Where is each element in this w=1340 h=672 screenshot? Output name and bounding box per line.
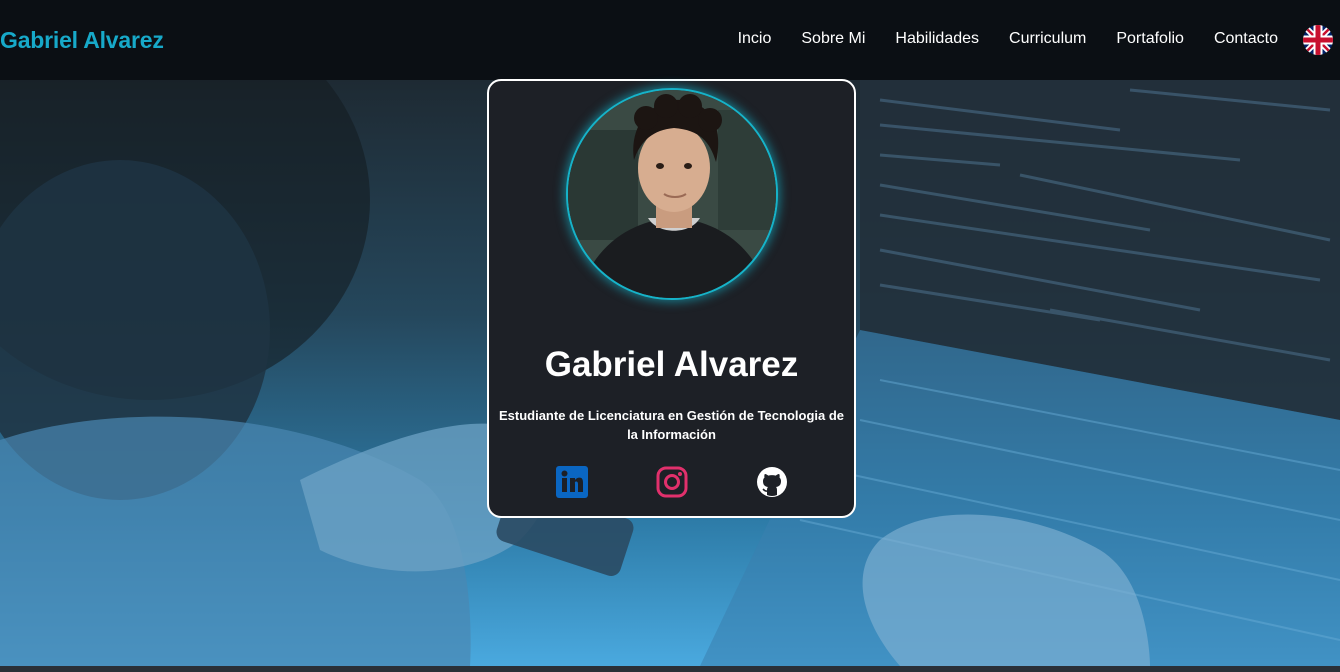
linkedin-icon[interactable] bbox=[556, 466, 588, 498]
nav-link-sobre-mi[interactable]: Sobre Mi bbox=[801, 30, 865, 48]
uk-flag-icon[interactable] bbox=[1303, 25, 1333, 55]
nav-link-inicio[interactable]: Incio bbox=[738, 30, 772, 48]
brand-logo[interactable]: Gabriel Alvarez bbox=[0, 27, 164, 54]
profile-role: Estudiante de Licenciatura en Gestión de… bbox=[498, 408, 845, 442]
github-icon[interactable] bbox=[756, 466, 788, 498]
bottom-divider bbox=[0, 666, 1340, 672]
instagram-icon[interactable] bbox=[656, 466, 688, 498]
profile-name: Gabriel Alvarez bbox=[544, 345, 799, 384]
nav-link-portafolio[interactable]: Portafolio bbox=[1116, 30, 1184, 48]
profile-avatar bbox=[566, 88, 778, 300]
nav-link-habilidades[interactable]: Habilidades bbox=[895, 30, 979, 48]
site-header: Gabriel Alvarez Incio Sobre Mi Habilidad… bbox=[0, 0, 1340, 80]
profile-card: Gabriel Alvarez Estudiante de Licenciatu… bbox=[487, 79, 856, 518]
nav-link-curriculum[interactable]: Curriculum bbox=[1009, 30, 1086, 48]
nav-link-contacto[interactable]: Contacto bbox=[1214, 30, 1278, 48]
main-nav: Incio Sobre Mi Habilidades Curriculum Po… bbox=[738, 30, 1278, 48]
